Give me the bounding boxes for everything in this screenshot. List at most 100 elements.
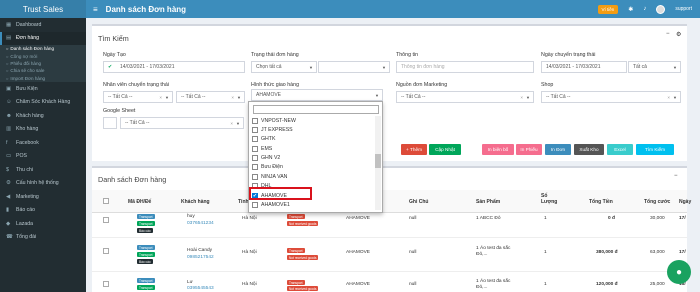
trang-thai-select[interactable]: Chọn tất cả ▼ (251, 61, 317, 73)
select-all-checkbox[interactable] (103, 198, 109, 204)
sidebar-item-facebook[interactable]: f Facebook (0, 136, 86, 150)
row-checkbox[interactable] (103, 217, 109, 223)
ngay-tao-input[interactable]: ✔ 14/03/2021 - 17/03/2021 (103, 61, 245, 73)
option-checkbox[interactable] (252, 155, 258, 162)
sidebar-item-bao-cao[interactable]: ▮ Báo cáo (0, 203, 86, 217)
dropdown-scroll-thumb[interactable] (375, 154, 381, 168)
trang-thai-extra-select[interactable]: ▼ (318, 61, 390, 73)
sidebar-item-kho-hang[interactable]: ▥ Kho hàng (0, 122, 86, 136)
clear-icon[interactable]: × (159, 95, 162, 100)
option-checkbox[interactable] (252, 173, 258, 180)
order-report-tag[interactable]: Báo cáo (137, 259, 153, 264)
shop-select[interactable]: -- Tất Cả -- × ▼ (541, 91, 681, 103)
google-sheet-select[interactable]: -- Tất Cả -- × ▼ (120, 117, 244, 129)
print-report-button[interactable]: In biên bố (482, 144, 514, 155)
dropdown-search-input[interactable] (253, 105, 379, 114)
sidebar-item-pos[interactable]: ▭ POS (0, 149, 86, 163)
collapse-icon[interactable]: − (666, 31, 670, 37)
col-header-qty[interactable]: Số Lượng (541, 193, 557, 205)
order-report-tag[interactable]: Báo cáo (137, 228, 153, 233)
excel-button[interactable]: Excel (607, 144, 633, 155)
col-header-note[interactable]: Ghi Chú (409, 199, 428, 205)
nhan-vien-select-2[interactable]: -- Tất Cả -- × ▼ (176, 91, 245, 103)
order-code-tag[interactable]: Transport (137, 214, 155, 219)
ngay-chuyen-select[interactable]: Tất cả ▼ (628, 61, 681, 73)
close-icon[interactable]: ⚙ (676, 31, 681, 38)
option-checkbox[interactable] (252, 201, 258, 208)
wallet-button[interactable]: Ví tiền (597, 4, 619, 14)
sidebar-item-khach-hang[interactable]: ☻ Khách hàng (0, 109, 86, 123)
chevron-down-icon: ▼ (375, 92, 379, 98)
option-checkbox[interactable] (252, 127, 258, 134)
print-slip-button[interactable]: In Phiếu (516, 144, 542, 155)
nguon-select[interactable]: -- Tất Cả -- × ▼ (396, 91, 534, 103)
avatar[interactable] (656, 4, 666, 14)
page-title: Danh sách Đơn hàng (105, 4, 187, 14)
export-stock-button[interactable]: Xuất Kho (574, 144, 604, 155)
sidebar-item-marketing[interactable]: ◀ Marketing (0, 190, 86, 204)
option-checkbox[interactable] (252, 164, 258, 171)
shipping-option[interactable]: GHTK (251, 135, 374, 144)
nhan-vien-select-1[interactable]: -- Tất Cả -- × ▼ (103, 91, 173, 103)
shipping-option[interactable]: AHAMOVE1 (251, 200, 374, 209)
shipping-option[interactable]: NINJA VAN (251, 172, 374, 181)
customer-phone[interactable]: 0376541234 (187, 221, 214, 226)
sidebar-item-don-hang[interactable]: ▤ Đơn hàng (0, 31, 86, 45)
col-header-product[interactable]: Sản Phẩm (476, 199, 500, 205)
shipping-option[interactable]: GHN V2 (251, 153, 374, 162)
customer-phone[interactable]: 0985217542 (187, 255, 214, 260)
sidebar-subitem-cong-no[interactable]: ○ Công nợ mới (0, 52, 86, 60)
col-header-code[interactable]: Mã ĐH/Đế (128, 199, 151, 205)
sidebar-item-cham-soc[interactable]: ☺ Chăm Sóc Khách Hàng (0, 95, 86, 109)
bell-icon[interactable]: ♪ (643, 6, 646, 12)
ngay-chuyen-input[interactable]: 14/03/2021 - 17/03/2021 (541, 61, 627, 73)
add-button[interactable]: + Thêm (401, 144, 427, 155)
row-checkbox[interactable] (103, 281, 109, 287)
row-checkbox[interactable] (103, 248, 109, 254)
collapse-icon[interactable]: − (674, 173, 678, 179)
sidebar-item-lazada[interactable]: ◆ Lazada (0, 217, 86, 231)
table-row[interactable] (92, 239, 687, 272)
clear-icon[interactable]: × (231, 95, 234, 100)
col-header-date[interactable]: Ngày (679, 199, 691, 205)
print-order-button[interactable]: In Đơn (545, 144, 571, 155)
clear-icon[interactable]: × (230, 121, 233, 126)
col-header-customer[interactable]: Khách hàng (181, 199, 210, 205)
user-name[interactable]: support (675, 6, 692, 12)
sidebar-item-cau-hinh[interactable]: ⚙ Cấu hình hệ thống (0, 176, 86, 190)
thong-tin-input[interactable]: Thông tin đơn hàng (396, 61, 534, 73)
sidebar-item-tong-dai[interactable]: ☎ Tổng đài (0, 230, 86, 244)
chat-bubble-icon[interactable]: ● (667, 260, 691, 284)
brand-logo[interactable]: Trust Sales (0, 0, 86, 18)
sidebar-subitem-import[interactable]: ○ Import Đơn hàng (0, 74, 86, 82)
customer-phone[interactable]: 0395545543 (187, 286, 214, 291)
google-sheet-checkbox[interactable] (103, 117, 117, 129)
shipping-option[interactable]: JT EXPRESS (251, 125, 374, 134)
table-row[interactable] (92, 213, 687, 238)
hinh-thuc-select[interactable]: AHAMOVE ▼ (251, 89, 383, 101)
option-checkbox[interactable] (252, 136, 258, 143)
order-code-tag[interactable]: Transport (137, 245, 155, 250)
ngay-tao-label: Ngày Tạo (103, 52, 126, 58)
shipping-option[interactable]: EMS (251, 144, 374, 153)
option-checkbox[interactable] (252, 145, 258, 152)
sidebar-subitem-phieu-doi[interactable]: ○ Phiếu đối hàng (0, 59, 86, 68)
col-header-city[interactable]: Tỉnh (238, 199, 249, 205)
settings-icon[interactable]: ✱ (628, 6, 633, 13)
update-button[interactable]: Cập Nhật (429, 144, 461, 155)
sidebar-item-thu-chi[interactable]: $ Thu chi (0, 163, 86, 177)
sidebar-subitem-chia-se[interactable]: ○ Chia sẻ cho sale (0, 67, 86, 75)
col-header-total[interactable]: Tổng Tiền (589, 199, 613, 205)
shipping-option[interactable]: VNPOST-NEW (251, 116, 374, 125)
sidebar-item-buu-kien[interactable]: ▣ Bưu Kiện (0, 82, 86, 96)
sidebar-item-dashboard[interactable]: ▦ Dashboard (0, 18, 86, 32)
menu-toggle-icon[interactable]: ≡ (93, 5, 98, 14)
clear-icon[interactable]: × (520, 95, 523, 100)
col-header-fee[interactable]: Tổng cước (644, 199, 670, 205)
order-code-tag[interactable]: Transport (137, 278, 155, 283)
search-button[interactable]: Tìm Kiếm (636, 144, 674, 155)
sidebar-subitem-danh-sach[interactable]: ○ Danh sách Đơn hàng (0, 45, 86, 53)
option-checkbox[interactable] (252, 117, 258, 124)
shipping-option[interactable]: Bưu Điện (251, 163, 374, 172)
clear-icon[interactable]: × (667, 95, 670, 100)
